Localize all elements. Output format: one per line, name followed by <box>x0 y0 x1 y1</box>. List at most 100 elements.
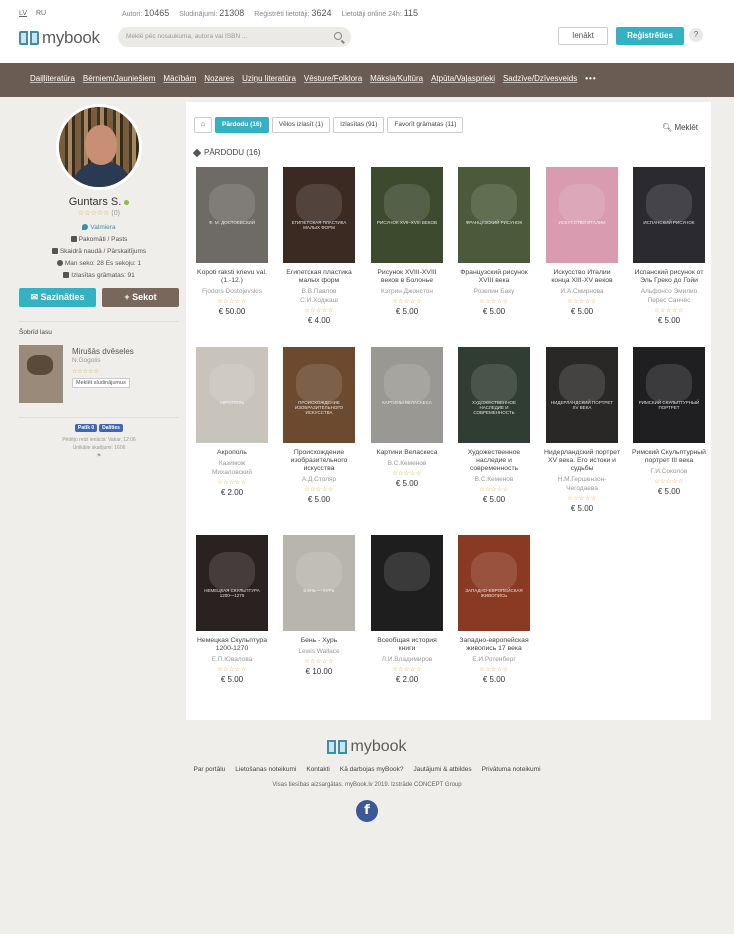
tab-selling[interactable]: Pārdodu (16) <box>215 117 269 133</box>
book-author: В.С.Кеменов <box>387 460 427 467</box>
book-card[interactable]: БЭНЬ — ХУРЬ Бень - Хурь Lewis Wallace ☆☆☆☆☆… <box>281 535 357 676</box>
book-card[interactable]: АКРОПОЛЬ Акрополь Казимож Михаловский ☆☆☆☆☆… <box>194 347 270 497</box>
book-card[interactable]: ФРАНЦУЗСКИЙ РИСУНОК Французский рисунок X… <box>456 167 532 316</box>
contact-button[interactable]: ✉ Sazināties <box>19 288 96 307</box>
book-cover[interactable]: НИДЕРЛАНДСКИЙ ПОРТРЕТ XV ВЕКА <box>546 347 618 443</box>
book-price: € 4.00 <box>307 316 331 325</box>
tab-want-to-read[interactable]: Vēlos izlasīt (1) <box>271 117 331 133</box>
search-input[interactable]: Meklē pēc nosaukuma, autora vai ISBN ... <box>118 27 351 47</box>
book-title[interactable]: Бень - Хурь <box>281 637 357 645</box>
register-button[interactable]: Reģistrēties <box>616 27 684 45</box>
last-visit: Pēdējo reizi ienācis: Vakar, 12:06 <box>62 437 136 443</box>
book-price: € 2.00 <box>395 675 419 684</box>
book-card[interactable]: НИДЕРЛАНДСКИЙ ПОРТРЕТ XV ВЕКА Нидерландск… <box>544 347 620 513</box>
footer-logo[interactable]: mybook <box>327 738 407 756</box>
footer-link[interactable]: Lietošanas noteikumi <box>235 766 296 773</box>
currently-reading-cover[interactable] <box>19 345 63 403</box>
follow-button[interactable]: + Sekot <box>102 288 179 307</box>
book-cover[interactable]: ИСПАНСКИЙ РИСУНОК <box>633 167 705 263</box>
book-title[interactable]: Западно-европейская живопись 17 века <box>456 637 532 653</box>
book-title[interactable]: Всеобщая история книги <box>369 637 445 653</box>
book-cover[interactable]: НЕМЕЦКАЯ СКУЛЬПТУРА 1200—1270 <box>196 535 268 631</box>
tab-home[interactable]: ⌂ <box>194 117 212 133</box>
book-card[interactable]: РИМСКИЙ СКУЛЬПТУРНЫЙ ПОРТРЕТ Римский Скул… <box>631 347 707 496</box>
help-button[interactable]: ? <box>689 28 703 42</box>
nav-item[interactable]: Uziņu literatūra <box>242 74 296 83</box>
section-title: PĀRDODU (16) <box>192 148 260 158</box>
cover-text: НИДЕРЛАНДСКИЙ ПОРТРЕТ XV ВЕКА <box>550 399 614 410</box>
book-cover[interactable]: ИСКУССТВО ИТАЛИИ <box>546 167 618 263</box>
cover-text: НЕМЕЦКАЯ СКУЛЬПТУРА 1200—1270 <box>204 587 260 598</box>
book-cover[interactable]: ЕГИПЕТСКАЯ ПЛАСТИКА МАЛЫХ ФОРМ <box>283 167 355 263</box>
book-title[interactable]: Происхождение изобразительного искусства <box>281 449 357 473</box>
book-title[interactable]: Римский Скульптурный портрет III века <box>631 449 707 465</box>
nav-item[interactable]: Mācībām <box>163 74 196 83</box>
nav-more-button[interactable]: ••• <box>585 74 596 83</box>
book-author: Н.М.Гершензон-Чегодаева <box>557 476 607 492</box>
lang-lv[interactable]: LV <box>19 10 27 17</box>
online-status-icon <box>124 199 130 205</box>
book-card[interactable]: РИСУНОК XVII–XVIII ВЕКОВ Рисунок XVIII-XV… <box>369 167 445 316</box>
book-cover[interactable]: ХУДОЖЕСТВЕННОЕ НАСЛЕДИЕ И СОВРЕМЕННОСТЬ <box>458 347 530 443</box>
book-title[interactable]: Египетская пластика малых форм <box>281 269 357 285</box>
footer-link[interactable]: Kā darbojas myBook? <box>340 766 404 773</box>
currently-reading-title[interactable]: Mirušās dvēseles <box>72 347 134 356</box>
nav-item[interactable]: Māksla/Kultūra <box>370 74 423 83</box>
book-title[interactable]: Французский рисунок XVIII века <box>456 269 532 285</box>
book-price: € 5.00 <box>395 307 419 316</box>
book-title[interactable]: Немецкая Скульптура 1200-1270 <box>194 637 270 653</box>
book-card[interactable]: НЕМЕЦКАЯ СКУЛЬПТУРА 1200—1270 Немецкая Ск… <box>194 535 270 684</box>
book-cover[interactable]: ФРАНЦУЗСКИЙ РИСУНОК <box>458 167 530 263</box>
book-card[interactable]: ИСПАНСКИЙ РИСУНОК Испанский рисунок от Эл… <box>631 167 707 325</box>
fb-share-button[interactable]: Dalīties <box>99 424 123 432</box>
book-title[interactable]: Искусство Италии конца XIII-XV веков <box>544 269 620 285</box>
book-title[interactable]: Испанский рисунок от Эль Греко до Гойи <box>631 269 707 285</box>
search-link[interactable]: 🔍︎ Meklēt <box>662 123 698 132</box>
book-card[interactable]: ЗАПАДНО-ЕВРОПЕЙСКАЯ ЖИВОПИСЬ Западно-евро… <box>456 535 532 684</box>
book-card[interactable]: КАРТИНЫ ВЕЛАСКЕСА Картини Веласкеса В.С.Ке… <box>369 347 445 488</box>
book-cover[interactable]: ПРОИСХОЖДЕНИЕ ИЗОБРАЗИТЕЛЬНОГО ИСКУССТВА <box>283 347 355 443</box>
book-card[interactable]: Ф. М. ДОСТОЕВСКИЙ Kopoti raksti krievu va… <box>194 167 270 316</box>
report-flag-icon[interactable]: ⚑ <box>19 452 179 460</box>
nav-item[interactable]: Sadzīve/Dzīvesveids <box>503 74 577 83</box>
book-title[interactable]: Нидерландский портрет XV века. Его исток… <box>544 449 620 473</box>
search-icon[interactable] <box>334 32 342 40</box>
book-title[interactable]: Картини Веласкеса <box>369 449 445 457</box>
nav-item[interactable]: Vēsture/Folklora <box>304 74 362 83</box>
book-title[interactable]: Kopoti raksti krievu val. (1.-12.) <box>194 269 270 285</box>
book-title[interactable]: Рисунок XVIII-XVIII веков в Болонье <box>369 269 445 285</box>
nav-item[interactable]: Atpūta/Vaļasprieki <box>431 74 495 83</box>
footer-link[interactable]: Jautājumi & atbildes <box>413 766 471 773</box>
footer-link[interactable]: Par portālu <box>193 766 225 773</box>
book-title[interactable]: Акрополь <box>194 449 270 457</box>
footer-link[interactable]: Privātuma noteikumi <box>482 766 541 773</box>
site-logo[interactable]: mybook <box>19 28 100 48</box>
book-cover[interactable]: АКРОПОЛЬ <box>196 347 268 443</box>
search-listings-button[interactable]: Meklēt sludinājumus <box>72 378 130 388</box>
fb-like-button[interactable]: Patīk 0 <box>75 424 98 432</box>
nav-item[interactable]: Bērniem/Jauniešiem <box>83 74 155 83</box>
book-card[interactable]: ЕГИПЕТСКАЯ ПЛАСТИКА МАЛЫХ ФОРМ Египетская… <box>281 167 357 325</box>
book-card[interactable]: ИСКУССТВО ИТАЛИИ Искусство Италии конца X… <box>544 167 620 316</box>
nav-item[interactable]: Nozares <box>204 74 234 83</box>
book-card[interactable]: ПРОИСХОЖДЕНИЕ ИЗОБРАЗИТЕЛЬНОГО ИСКУССТВА… <box>281 347 357 504</box>
login-button[interactable]: Ienākt <box>558 27 608 45</box>
book-cover[interactable] <box>371 535 443 631</box>
book-cover[interactable]: ЗАПАДНО-ЕВРОПЕЙСКАЯ ЖИВОПИСЬ <box>458 535 530 631</box>
book-cover[interactable]: Ф. М. ДОСТОЕВСКИЙ <box>196 167 268 263</box>
footer-link[interactable]: Kontakti <box>306 766 330 773</box>
book-title[interactable]: Художественное наследие и современность <box>456 449 532 473</box>
book-card[interactable]: ХУДОЖЕСТВЕННОЕ НАСЛЕДИЕ И СОВРЕМЕННОСТЬ Х… <box>456 347 532 504</box>
book-cover[interactable]: РИСУНОК XVII–XVIII ВЕКОВ <box>371 167 443 263</box>
tab-favorites[interactable]: Favorīt grāmatas (11) <box>387 117 464 133</box>
book-cover[interactable]: КАРТИНЫ ВЕЛАСКЕСА <box>371 347 443 443</box>
book-stars: ☆☆☆☆☆ <box>217 299 247 305</box>
nav-item[interactable]: Daiļliteratūra <box>30 74 75 83</box>
book-card[interactable]: Всеобщая история книги Л.И.Владимиров ☆☆☆☆… <box>369 535 445 684</box>
facebook-icon[interactable]: f <box>356 800 378 822</box>
tab-read[interactable]: Izlasītas (91) <box>333 117 385 133</box>
lang-ru[interactable]: RU <box>36 10 46 17</box>
book-cover[interactable]: РИМСКИЙ СКУЛЬПТУРНЫЙ ПОРТРЕТ <box>633 347 705 443</box>
book-cover[interactable]: БЭНЬ — ХУРЬ <box>283 535 355 631</box>
stat-label: Reģistrēti lietotāji: <box>254 11 310 18</box>
